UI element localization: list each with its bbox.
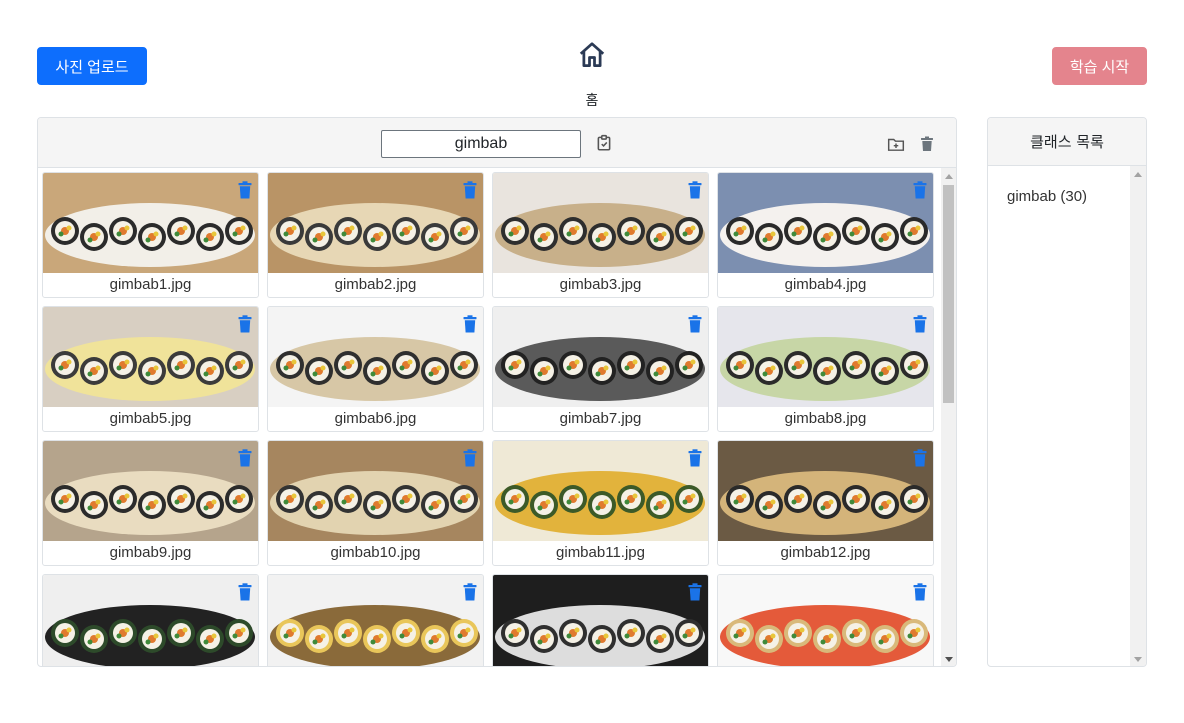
- image-filename: gimbab1.jpg: [109, 276, 192, 293]
- class-list-item[interactable]: gimbab (30): [988, 166, 1130, 205]
- image-filename: gimbab6.jpg: [334, 410, 417, 427]
- home-link[interactable]: 홈: [560, 40, 624, 110]
- image-card[interactable]: gimbab3.jpg: [492, 172, 709, 298]
- image-thumbnail: [43, 575, 258, 666]
- image-filename: gimbab2.jpg: [334, 276, 417, 293]
- image-thumbnail: [268, 575, 483, 666]
- trash-icon[interactable]: [920, 135, 934, 153]
- folder-plus-icon[interactable]: [887, 135, 905, 153]
- image-card[interactable]: gimbab1.jpg: [42, 172, 259, 298]
- image-card[interactable]: [717, 574, 934, 666]
- delete-image-trash-icon[interactable]: [238, 583, 252, 601]
- scroll-up-arrow-icon[interactable]: [1134, 172, 1142, 177]
- clipboard-check-icon[interactable]: [595, 134, 613, 152]
- gallery-scrollbar[interactable]: [941, 168, 956, 666]
- delete-image-trash-icon[interactable]: [913, 181, 927, 199]
- image-filename: gimbab8.jpg: [784, 410, 867, 427]
- delete-image-trash-icon[interactable]: [913, 449, 927, 467]
- delete-image-trash-icon[interactable]: [913, 583, 927, 601]
- delete-image-trash-icon[interactable]: [913, 315, 927, 333]
- class-list: gimbab (30): [988, 166, 1130, 666]
- image-card[interactable]: gimbab11.jpg: [492, 440, 709, 566]
- image-thumbnail: [268, 441, 483, 541]
- image-thumbnail: [718, 441, 933, 541]
- image-card[interactable]: gimbab8.jpg: [717, 306, 934, 432]
- delete-image-trash-icon[interactable]: [463, 449, 477, 467]
- image-thumbnail: [493, 575, 708, 666]
- image-gallery-panel: gimbab1.jpg gimbab2.jpg gimbab3.jpg: [37, 117, 957, 667]
- class-name-input[interactable]: [381, 130, 581, 158]
- image-filename: gimbab9.jpg: [109, 544, 192, 561]
- delete-image-trash-icon[interactable]: [688, 449, 702, 467]
- image-filename: gimbab11.jpg: [556, 544, 645, 561]
- image-thumbnail: [43, 173, 258, 273]
- image-thumbnail: [718, 307, 933, 407]
- image-filename: gimbab4.jpg: [784, 276, 867, 293]
- image-thumbnail: [43, 307, 258, 407]
- image-thumbnail: [718, 173, 933, 273]
- image-thumbnail: [493, 173, 708, 273]
- delete-image-trash-icon[interactable]: [688, 315, 702, 333]
- delete-image-trash-icon[interactable]: [463, 583, 477, 601]
- delete-image-trash-icon[interactable]: [238, 181, 252, 199]
- upload-photo-button[interactable]: 사진 업로드: [37, 47, 147, 85]
- image-card[interactable]: gimbab4.jpg: [717, 172, 934, 298]
- image-thumbnail: [493, 307, 708, 407]
- delete-image-trash-icon[interactable]: [463, 315, 477, 333]
- image-thumbnail: [493, 441, 708, 541]
- scroll-up-arrow-icon[interactable]: [945, 174, 953, 179]
- image-card[interactable]: gimbab6.jpg: [267, 306, 484, 432]
- scroll-down-arrow-icon[interactable]: [945, 657, 953, 662]
- image-filename: gimbab3.jpg: [559, 276, 642, 293]
- image-card[interactable]: [42, 574, 259, 666]
- image-card[interactable]: [267, 574, 484, 666]
- delete-image-trash-icon[interactable]: [238, 315, 252, 333]
- image-filename: gimbab5.jpg: [109, 410, 192, 427]
- class-list-panel: 클래스 목록 gimbab (30): [987, 117, 1147, 667]
- scrollbar-thumb[interactable]: [943, 185, 954, 403]
- image-card[interactable]: gimbab7.jpg: [492, 306, 709, 432]
- class-list-title: 클래스 목록: [988, 118, 1146, 166]
- image-thumbnail: [268, 173, 483, 273]
- delete-image-trash-icon[interactable]: [238, 449, 252, 467]
- image-filename: gimbab7.jpg: [559, 410, 642, 427]
- image-card[interactable]: gimbab10.jpg: [267, 440, 484, 566]
- home-label: 홈: [585, 93, 599, 109]
- gallery-scroll-area[interactable]: gimbab1.jpg gimbab2.jpg gimbab3.jpg gimb…: [38, 168, 941, 666]
- delete-image-trash-icon[interactable]: [463, 181, 477, 199]
- home-icon: [577, 40, 607, 74]
- image-thumbnail: [43, 441, 258, 541]
- image-filename: gimbab12.jpg: [780, 544, 871, 561]
- image-thumbnail: [268, 307, 483, 407]
- image-card[interactable]: gimbab5.jpg: [42, 306, 259, 432]
- image-thumbnail: [718, 575, 933, 666]
- delete-image-trash-icon[interactable]: [688, 583, 702, 601]
- gallery-header: [38, 118, 956, 168]
- image-card[interactable]: gimbab12.jpg: [717, 440, 934, 566]
- image-card[interactable]: [492, 574, 709, 666]
- image-card[interactable]: gimbab9.jpg: [42, 440, 259, 566]
- scroll-down-arrow-icon[interactable]: [1134, 657, 1142, 662]
- delete-image-trash-icon[interactable]: [688, 181, 702, 199]
- image-filename: gimbab10.jpg: [330, 544, 421, 561]
- start-training-button[interactable]: 학습 시작: [1052, 47, 1147, 85]
- class-list-scrollbar[interactable]: [1130, 166, 1146, 666]
- image-card[interactable]: gimbab2.jpg: [267, 172, 484, 298]
